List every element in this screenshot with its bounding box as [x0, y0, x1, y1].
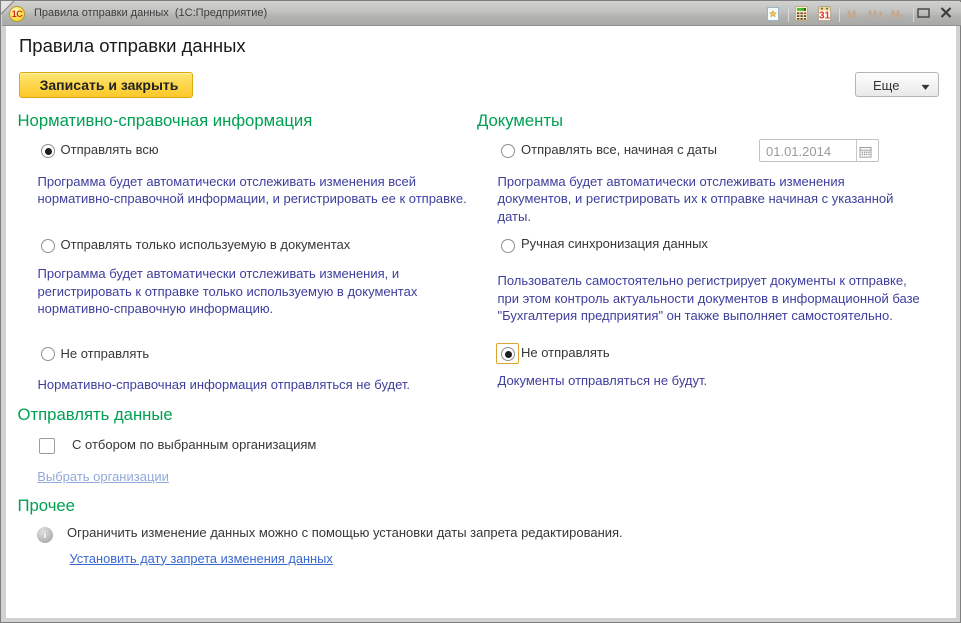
svg-text:31: 31	[819, 11, 831, 21]
